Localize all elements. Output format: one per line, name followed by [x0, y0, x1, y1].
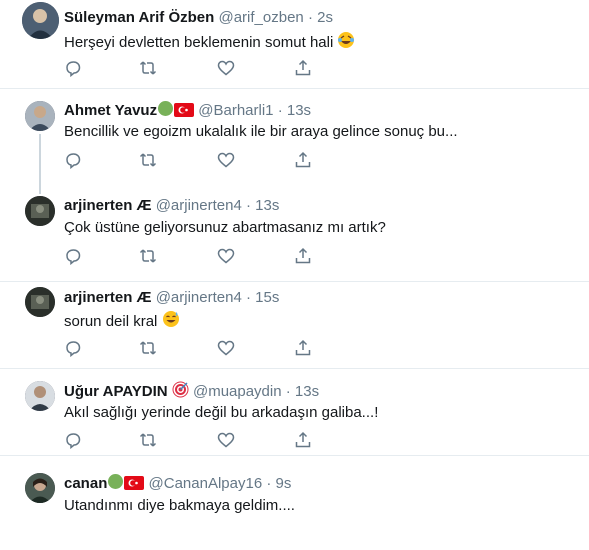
timestamp[interactable]: 15s — [255, 289, 279, 306]
user-handle[interactable]: @CananAlpay16 — [149, 475, 263, 492]
reply-icon[interactable] — [64, 339, 84, 359]
tweet-actions — [64, 339, 324, 359]
tweet-header: canan @CananAlpay16 · 9s — [64, 473, 291, 496]
user-handle[interactable]: @arjinerten4 — [156, 289, 242, 306]
like-icon[interactable] — [217, 59, 237, 79]
sweat-smile-emoji — [162, 310, 180, 334]
display-name[interactable]: Ahmet Yavuz — [64, 102, 157, 119]
timestamp[interactable]: 13s — [287, 102, 311, 119]
retweet-icon[interactable] — [139, 151, 159, 171]
avatar[interactable] — [25, 196, 55, 226]
tweet-text: Utandınmı diye bakmaya geldim.... — [64, 497, 295, 514]
tweet[interactable]: Uğur APAYDIN @muapaydin · 13s Akıl sağlı… — [0, 369, 589, 455]
reply-icon[interactable] — [64, 59, 84, 79]
like-icon[interactable] — [217, 151, 237, 171]
green-circle-badge — [107, 473, 124, 496]
tweet-actions — [64, 247, 324, 267]
retweet-icon[interactable] — [139, 59, 159, 79]
share-icon[interactable] — [294, 59, 314, 79]
share-icon[interactable] — [294, 247, 314, 267]
tweet-text: Akıl sağlığı yerinde değil bu arkadaşın … — [64, 404, 379, 421]
display-name[interactable]: Uğur APAYDIN — [64, 383, 168, 400]
separator: · — [307, 9, 313, 26]
tweet-header: Ahmet Yavuz @Barharli1 · 13s — [64, 100, 311, 123]
share-icon[interactable] — [294, 339, 314, 359]
tweet-actions — [64, 431, 324, 451]
tweet-header: Süleyman Arif Özben @arif_ozben · 2s — [64, 8, 333, 28]
reply-icon[interactable] — [64, 431, 84, 451]
avatar[interactable] — [25, 381, 55, 411]
thread-line — [39, 134, 41, 184]
display-name[interactable]: Süleyman Arif Özben — [64, 9, 214, 26]
tweet-header: arjinerten Æ @arjinerten4 · 13s — [64, 196, 279, 216]
separator: · — [285, 383, 291, 400]
separator: · — [277, 102, 283, 119]
separator: · — [245, 197, 251, 214]
tweet-text: Çok üstüne geliyorsunuz abartmasanız mı … — [64, 219, 386, 236]
tweet[interactable]: canan @CananAlpay16 · 9s Utandınmı diye … — [0, 456, 589, 550]
thread-line — [39, 184, 41, 194]
timestamp[interactable]: 9s — [276, 475, 292, 492]
avatar[interactable] — [22, 2, 59, 39]
retweet-icon[interactable] — [139, 339, 159, 359]
user-handle[interactable]: @arjinerten4 — [156, 197, 242, 214]
timestamp[interactable]: 2s — [317, 9, 333, 26]
share-icon[interactable] — [294, 151, 314, 171]
tweet-header: arjinerten Æ @arjinerten4 · 15s — [64, 288, 279, 308]
user-handle[interactable]: @muapaydin — [193, 383, 282, 400]
share-icon[interactable] — [294, 431, 314, 451]
tweet[interactable]: Süleyman Arif Özben @arif_ozben · 2s Her… — [0, 0, 589, 87]
reply-icon[interactable] — [64, 151, 84, 171]
tweet[interactable]: arjinerten Æ @arjinerten4 · 13s Çok üstü… — [0, 184, 589, 281]
tweet-text-row: Herşeyi devletten beklemenin somut hali — [64, 31, 355, 55]
tweet[interactable]: arjinerten Æ @arjinerten4 · 15s sorun de… — [0, 282, 589, 368]
like-icon[interactable] — [217, 431, 237, 451]
tweet-text: sorun deil kral — [64, 313, 158, 330]
avatar[interactable] — [25, 287, 55, 317]
green-circle-badge — [157, 100, 174, 123]
tweet-actions — [64, 151, 324, 171]
reply-feed: Süleyman Arif Özben @arif_ozben · 2s Her… — [0, 0, 589, 550]
retweet-icon[interactable] — [139, 431, 159, 451]
avatar[interactable] — [25, 473, 55, 503]
turkey-flag-icon — [124, 476, 145, 496]
tweet-text: Herşeyi devletten beklemenin somut hali — [64, 34, 334, 51]
like-icon[interactable] — [217, 339, 237, 359]
tweet-actions — [64, 59, 324, 79]
tweet-header: Uğur APAYDIN @muapaydin · 13s — [64, 381, 319, 404]
user-handle[interactable]: @arif_ozben — [218, 9, 303, 26]
tweet-text-row: sorun deil kral — [64, 310, 180, 334]
reply-icon[interactable] — [64, 247, 84, 267]
like-icon[interactable] — [217, 247, 237, 267]
tweet[interactable]: Ahmet Yavuz @Barharli1 · 13s Bencillik v… — [0, 89, 589, 184]
separator: · — [245, 289, 251, 306]
timestamp[interactable]: 13s — [255, 197, 279, 214]
timestamp[interactable]: 13s — [295, 383, 319, 400]
avatar[interactable] — [25, 101, 55, 131]
separator: · — [266, 475, 272, 492]
tweet-text: Bencillik ve egoizm ukalalık ile bir ara… — [64, 123, 458, 140]
display-name[interactable]: canan — [64, 475, 107, 492]
target-emoji — [172, 381, 189, 404]
display-name[interactable]: arjinerten Æ — [64, 289, 152, 306]
turkey-flag-icon — [174, 103, 195, 123]
display-name[interactable]: arjinerten Æ — [64, 197, 152, 214]
user-handle[interactable]: @Barharli1 — [198, 102, 273, 119]
retweet-icon[interactable] — [139, 247, 159, 267]
laugh-cry-emoji — [337, 31, 355, 55]
